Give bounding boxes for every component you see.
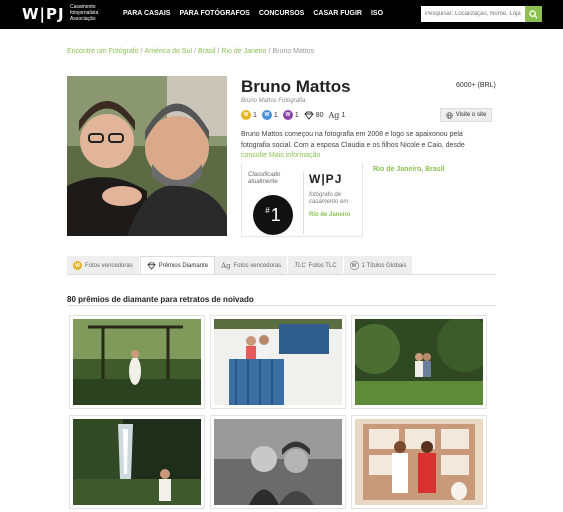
purple-award-icon: W	[282, 110, 293, 120]
studio-name: Bruno Mattos Fotografia	[241, 98, 306, 104]
nav-para-casais[interactable]: PARA CASAIS	[123, 10, 170, 17]
site-logo[interactable]: W|PJ	[22, 5, 65, 23]
diamond-icon	[304, 111, 314, 120]
visit-website-label: Visite o site	[455, 112, 487, 118]
purple-award-count: 1	[294, 111, 299, 119]
tab-tlc-photos[interactable]: TLC Fotos TLC	[288, 256, 344, 275]
ag-award-count: 1	[341, 111, 346, 119]
diamond-award-count: 80	[315, 111, 324, 119]
silver-award-badge[interactable]: W 1	[261, 110, 278, 120]
breadcrumb: Encontre um Fotógrafo / América do Sul / Bra…	[67, 48, 315, 55]
gallery-photo-4[interactable]	[70, 416, 204, 508]
tlc-icon: TLC	[294, 262, 306, 269]
diamond-award-badge[interactable]: 80	[304, 111, 324, 120]
gold-award-icon: W	[241, 110, 251, 120]
gallery-photo-3[interactable]	[352, 316, 486, 408]
profile-photo	[67, 76, 227, 236]
award-icon: W	[73, 261, 82, 270]
tab-global-titles[interactable]: W 1 Títulos Globais	[343, 256, 414, 275]
top-nav-bar: W|PJ Casamento fotojornalista Associação…	[0, 0, 563, 29]
nav-para-fotografos[interactable]: PARA FOTÓGRAFOS	[179, 10, 249, 17]
gallery-photo-6[interactable]	[352, 416, 486, 508]
breadcrumb-brazil[interactable]: Brasil	[198, 48, 216, 55]
main-nav: PARA CASAIS PARA FOTÓGRAFOS CONCURSOS CA…	[123, 10, 383, 17]
tab-diamond-awards[interactable]: Prêmios Diamante	[139, 256, 216, 275]
breadcrumb-south-america[interactable]: América do Sul	[145, 48, 192, 55]
search-button[interactable]	[525, 6, 542, 22]
ranking-badge: #1	[253, 195, 293, 235]
ranking-description: fotógrafo de casamento em	[309, 192, 349, 205]
tab-winning-photos[interactable]: W Fotos vencedoras	[67, 256, 140, 275]
ranking-label: Classificado atualmente	[248, 172, 281, 185]
gold-award-badge[interactable]: W 1	[241, 110, 257, 120]
visit-website-button[interactable]: Visite o site	[440, 108, 492, 122]
tab-ag-winning-photos[interactable]: Ag Fotos vencedoras	[215, 256, 289, 275]
ag-icon: Ag	[221, 261, 231, 270]
gallery-photo-1[interactable]	[70, 316, 204, 408]
title-icon: W	[349, 261, 359, 270]
photographer-location[interactable]: Rio de Janeiro, Brasil	[373, 166, 445, 173]
nav-casar-fugir[interactable]: CASAR FUGIR	[313, 10, 362, 17]
breadcrumb-find-photographer[interactable]: Encontre um Fotógrafo	[67, 48, 139, 55]
gallery-photo-5[interactable]	[211, 416, 345, 508]
bio-more-link[interactable]: consulte Mais informação	[241, 152, 320, 159]
price-range: 6000+ (BRL)	[456, 82, 496, 89]
photographer-name: Bruno Mattos	[241, 77, 351, 96]
awards-tabs: W Fotos vencedoras Prêmios Diamante Ag F…	[67, 256, 414, 275]
silver-award-count: 1	[273, 111, 278, 119]
breadcrumb-rio[interactable]: Rio de Janeiro	[221, 48, 266, 55]
globe-icon	[446, 111, 453, 119]
diamond-icon	[147, 262, 156, 270]
ranking-divider	[303, 172, 304, 234]
award-badges: W 1 W 1 W 1 80 Ag 1	[241, 110, 345, 120]
section-title: 80 prêmios de diamante para retratos de …	[67, 295, 254, 304]
nav-concursos[interactable]: CONCURSOS	[259, 10, 305, 17]
ranking-logo: W|PJ	[309, 172, 343, 186]
logo-subtitle: Casamento fotojornalista Associação	[70, 4, 99, 22]
purple-award-badge[interactable]: W 1	[282, 110, 299, 120]
breadcrumb-current: Bruno Mattos	[272, 48, 315, 55]
silver-award-icon: W	[261, 110, 272, 120]
nav-iso[interactable]: ISO	[371, 10, 383, 17]
gold-award-count: 1	[253, 111, 257, 119]
ranking-number: 1	[270, 204, 281, 225]
ranking-region[interactable]: Rio de Janeiro	[309, 212, 350, 218]
ag-award-badge[interactable]: Ag 1	[329, 111, 346, 120]
section-divider	[67, 305, 495, 306]
search-input[interactable]	[421, 6, 525, 22]
search-icon	[529, 9, 538, 19]
bio-text: Bruno Mattos começou na fotografia em 20…	[241, 131, 465, 149]
gallery-photo-2[interactable]	[211, 316, 345, 408]
tabs-underline	[67, 274, 495, 275]
ag-icon: Ag	[328, 110, 340, 120]
